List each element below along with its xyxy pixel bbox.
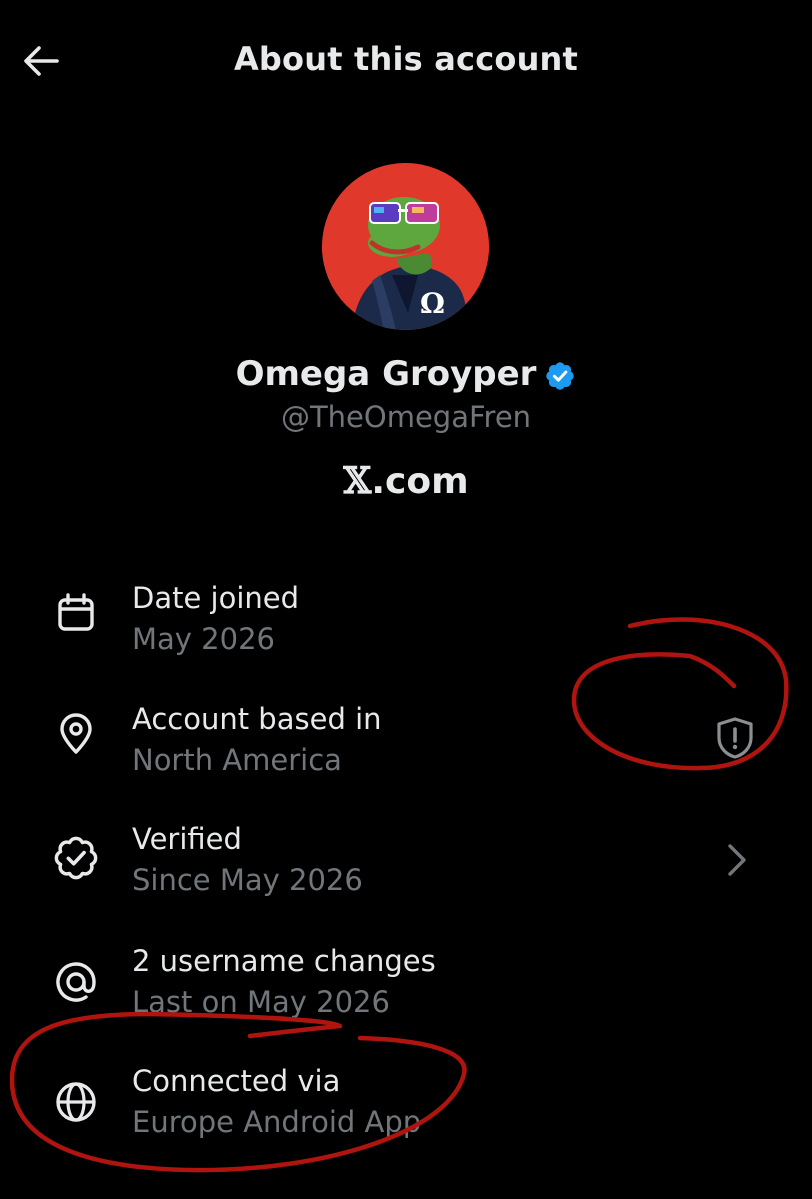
- name-row: Omega Groyper: [0, 354, 812, 394]
- display-name: Omega Groyper: [235, 354, 537, 394]
- avatar[interactable]: Ω: [322, 163, 489, 330]
- row-label: Date joined: [132, 581, 300, 615]
- at-sign-icon: [52, 958, 100, 1006]
- username-handle[interactable]: @TheOmegaFren: [0, 400, 812, 434]
- row-label: Account based in: [132, 702, 382, 736]
- row-value: North America: [132, 743, 342, 777]
- brand-domain: 𝕏.com: [0, 460, 812, 502]
- row-label: Verified: [132, 822, 242, 856]
- row-date-joined: Date joined May 2026: [0, 575, 812, 675]
- row-verified[interactable]: Verified Since May 2026: [0, 816, 812, 916]
- page-title: About this account: [233, 40, 579, 78]
- row-account-based-in[interactable]: Account based in North America: [0, 696, 812, 796]
- row-value: Last on May 2026: [132, 985, 390, 1019]
- top-bar: About this account: [0, 0, 812, 120]
- avatar-image: Ω: [322, 163, 489, 330]
- svg-text:Ω: Ω: [420, 287, 445, 320]
- globe-icon: [52, 1078, 100, 1126]
- row-username-changes: 2 username changes Last on May 2026: [0, 938, 812, 1038]
- row-value: May 2026: [132, 622, 275, 656]
- x-logo: 𝕏: [343, 460, 372, 502]
- verified-outline-icon: [52, 834, 100, 882]
- row-connected-via: Connected via Europe Android App: [0, 1058, 812, 1158]
- location-pin-icon: [52, 710, 100, 758]
- calendar-icon: [52, 589, 100, 637]
- shield-alert-icon[interactable]: [712, 715, 758, 761]
- brand-domain-text: .com: [371, 461, 469, 502]
- row-label: Connected via: [132, 1064, 341, 1098]
- row-value: Since May 2026: [132, 863, 363, 897]
- row-value: Europe Android App: [132, 1105, 422, 1139]
- chevron-right-icon[interactable]: [720, 840, 754, 880]
- verified-badge-icon[interactable]: [544, 360, 576, 392]
- row-label: 2 username changes: [132, 944, 436, 978]
